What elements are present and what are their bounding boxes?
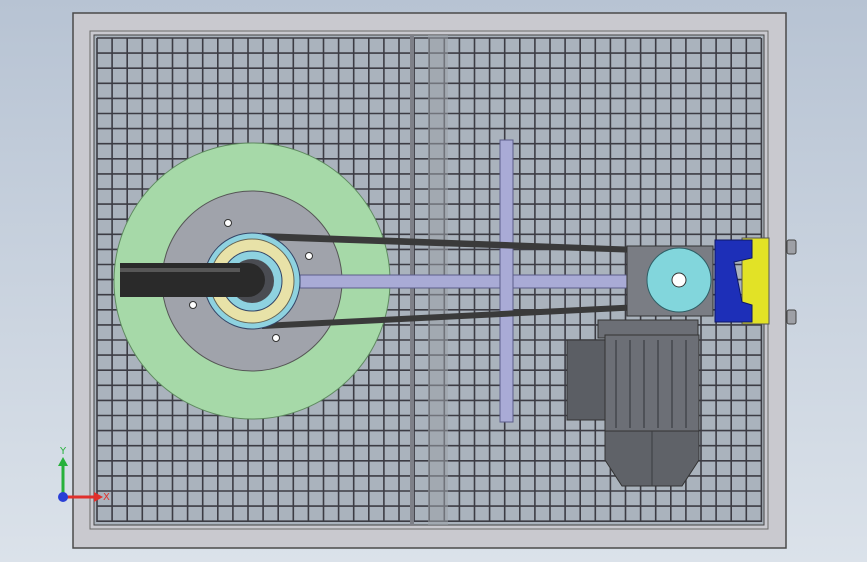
bolt-hole (272, 334, 280, 342)
y-axis-head (58, 457, 68, 466)
mount-bolt (786, 239, 797, 255)
bolt-hole (224, 219, 232, 227)
bolt-hole (189, 301, 197, 309)
shaft-highlight (120, 268, 240, 272)
bolt-hole (305, 252, 313, 260)
vertical-arm (499, 139, 514, 423)
x-axis-label: X (103, 492, 110, 503)
motor-body (604, 334, 700, 432)
terminal-box (566, 339, 608, 421)
assembly-drawing: Y X (58, 12, 797, 549)
y-axis-label: Y (59, 446, 67, 457)
mount-bolt (786, 309, 797, 325)
horizontal-arm (299, 274, 636, 289)
cad-viewport[interactable]: Y X (0, 0, 867, 562)
z-axis-origin (58, 492, 68, 502)
small-pulley-hub (671, 272, 687, 288)
